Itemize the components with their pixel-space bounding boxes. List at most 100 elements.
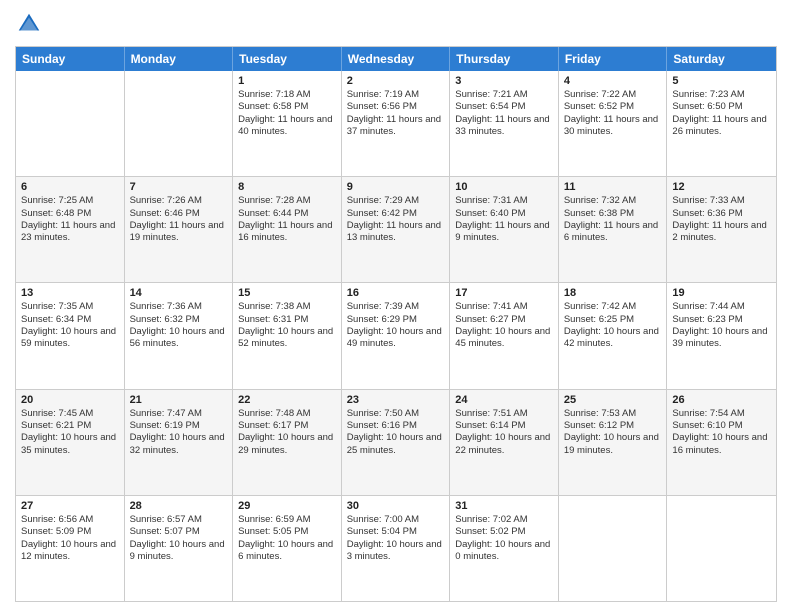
sunset-text: Sunset: 6:34 PM: [21, 314, 119, 326]
day-number: 25: [564, 394, 662, 406]
sunset-text: Sunset: 6:46 PM: [130, 208, 228, 220]
daylight-text: Daylight: 10 hours and 0 minutes.: [455, 539, 553, 564]
day-number: 26: [672, 394, 771, 406]
header-day-tuesday: Tuesday: [233, 47, 342, 71]
daylight-text: Daylight: 10 hours and 9 minutes.: [130, 539, 228, 564]
calendar-cell-13: 13Sunrise: 7:35 AMSunset: 6:34 PMDayligh…: [16, 283, 125, 388]
sunset-text: Sunset: 6:32 PM: [130, 314, 228, 326]
sunrise-text: Sunrise: 7:44 AM: [672, 301, 771, 313]
sunset-text: Sunset: 6:58 PM: [238, 101, 336, 113]
sunset-text: Sunset: 5:02 PM: [455, 526, 553, 538]
header-day-friday: Friday: [559, 47, 668, 71]
sunset-text: Sunset: 6:38 PM: [564, 208, 662, 220]
day-number: 10: [455, 181, 553, 193]
sunrise-text: Sunrise: 7:33 AM: [672, 195, 771, 207]
header-day-saturday: Saturday: [667, 47, 776, 71]
calendar-cell-17: 17Sunrise: 7:41 AMSunset: 6:27 PMDayligh…: [450, 283, 559, 388]
calendar-row-4: 27Sunrise: 6:56 AMSunset: 5:09 PMDayligh…: [16, 496, 776, 601]
daylight-text: Daylight: 11 hours and 16 minutes.: [238, 220, 336, 245]
daylight-text: Daylight: 10 hours and 52 minutes.: [238, 326, 336, 351]
sunset-text: Sunset: 6:40 PM: [455, 208, 553, 220]
sunset-text: Sunset: 5:04 PM: [347, 526, 445, 538]
calendar-cell-4: 4Sunrise: 7:22 AMSunset: 6:52 PMDaylight…: [559, 71, 668, 176]
sunrise-text: Sunrise: 7:39 AM: [347, 301, 445, 313]
sunrise-text: Sunrise: 7:32 AM: [564, 195, 662, 207]
calendar-cell-empty-0-0: [16, 71, 125, 176]
daylight-text: Daylight: 10 hours and 45 minutes.: [455, 326, 553, 351]
day-number: 20: [21, 394, 119, 406]
calendar-cell-22: 22Sunrise: 7:48 AMSunset: 6:17 PMDayligh…: [233, 390, 342, 495]
sunset-text: Sunset: 5:05 PM: [238, 526, 336, 538]
daylight-text: Daylight: 10 hours and 6 minutes.: [238, 539, 336, 564]
calendar-page: SundayMondayTuesdayWednesdayThursdayFrid…: [0, 0, 792, 612]
calendar-cell-15: 15 Sunrise: 7:38 AMSunset: 6:31 PMDayligh…: [233, 283, 342, 388]
day-number: 12: [672, 181, 771, 193]
calendar-cell-14: 14Sunrise: 7:36 AMSunset: 6:32 PMDayligh…: [125, 283, 234, 388]
daylight-text: Daylight: 11 hours and 26 minutes.: [672, 114, 771, 139]
calendar-cell-5: 5 Sunrise: 7:23 AMSunset: 6:50 PMDaylight…: [667, 71, 776, 176]
sunrise-text: Sunrise: 7:23 AM: [672, 89, 771, 101]
calendar-cell-20: 20Sunrise: 7:45 AMSunset: 6:21 PMDayligh…: [16, 390, 125, 495]
calendar-row-3: 20Sunrise: 7:45 AMSunset: 6:21 PMDayligh…: [16, 390, 776, 496]
sunrise-text: Sunrise: 7:45 AM: [21, 408, 119, 420]
calendar-row-2: 13Sunrise: 7:35 AMSunset: 6:34 PMDayligh…: [16, 283, 776, 389]
sunset-text: Sunset: 6:36 PM: [672, 208, 771, 220]
sunset-text: Sunset: 6:25 PM: [564, 314, 662, 326]
sunset-text: Sunset: 6:50 PM: [672, 101, 771, 113]
sunrise-text: Sunrise: 7:38 AM: [238, 301, 336, 313]
daylight-text: Daylight: 11 hours and 33 minutes.: [455, 114, 553, 139]
sunrise-text: Sunrise: 7:36 AM: [130, 301, 228, 313]
day-number: 5: [672, 75, 771, 87]
calendar-cell-16: 16Sunrise: 7:39 AMSunset: 6:29 PMDayligh…: [342, 283, 451, 388]
sunset-text: Sunset: 6:12 PM: [564, 420, 662, 432]
logo-icon: [15, 10, 43, 38]
sunrise-text: Sunrise: 7:28 AM: [238, 195, 336, 207]
day-number: 21: [130, 394, 228, 406]
header-day-monday: Monday: [125, 47, 234, 71]
sunrise-text: Sunrise: 7:29 AM: [347, 195, 445, 207]
calendar-cell-30: 30Sunrise: 7:00 AMSunset: 5:04 PMDayligh…: [342, 496, 451, 601]
sunset-text: Sunset: 6:23 PM: [672, 314, 771, 326]
daylight-text: Daylight: 11 hours and 30 minutes.: [564, 114, 662, 139]
day-number: 14: [130, 287, 228, 299]
sunrise-text: Sunrise: 7:21 AM: [455, 89, 553, 101]
daylight-text: Daylight: 11 hours and 13 minutes.: [347, 220, 445, 245]
calendar-cell-12: 12 Sunrise: 7:33 AMSunset: 6:36 PMDayligh…: [667, 177, 776, 282]
sunrise-text: Sunrise: 7:02 AM: [455, 514, 553, 526]
calendar-cell-26: 26Sunrise: 7:54 AMSunset: 6:10 PMDayligh…: [667, 390, 776, 495]
sunset-text: Sunset: 6:48 PM: [21, 208, 119, 220]
daylight-text: Daylight: 10 hours and 39 minutes.: [672, 326, 771, 351]
calendar-cell-21: 21Sunrise: 7:47 AMSunset: 6:19 PMDayligh…: [125, 390, 234, 495]
daylight-text: Daylight: 10 hours and 3 minutes.: [347, 539, 445, 564]
sunset-text: Sunset: 6:31 PM: [238, 314, 336, 326]
sunrise-text: Sunrise: 7:42 AM: [564, 301, 662, 313]
sunrise-text: Sunrise: 7:00 AM: [347, 514, 445, 526]
sunrise-text: Sunrise: 6:56 AM: [21, 514, 119, 526]
calendar-cell-8: 8 Sunrise: 7:28 AMSunset: 6:44 PMDaylight…: [233, 177, 342, 282]
sunset-text: Sunset: 6:14 PM: [455, 420, 553, 432]
day-number: 24: [455, 394, 553, 406]
calendar: SundayMondayTuesdayWednesdayThursdayFrid…: [15, 46, 777, 602]
daylight-text: Daylight: 10 hours and 29 minutes.: [238, 432, 336, 457]
calendar-row-1: 6Sunrise: 7:25 AMSunset: 6:48 PMDaylight…: [16, 177, 776, 283]
sunrise-text: Sunrise: 7:26 AM: [130, 195, 228, 207]
sunrise-text: Sunrise: 7:35 AM: [21, 301, 119, 313]
calendar-cell-1: 1Sunrise: 7:18 AMSunset: 6:58 PMDaylight…: [233, 71, 342, 176]
sunset-text: Sunset: 6:44 PM: [238, 208, 336, 220]
calendar-cell-27: 27Sunrise: 6:56 AMSunset: 5:09 PMDayligh…: [16, 496, 125, 601]
day-number: 15: [238, 287, 336, 299]
daylight-text: Daylight: 11 hours and 9 minutes.: [455, 220, 553, 245]
calendar-cell-25: 25Sunrise: 7:53 AMSunset: 6:12 PMDayligh…: [559, 390, 668, 495]
daylight-text: Daylight: 11 hours and 19 minutes.: [130, 220, 228, 245]
daylight-text: Daylight: 10 hours and 12 minutes.: [21, 539, 119, 564]
sunset-text: Sunset: 6:54 PM: [455, 101, 553, 113]
daylight-text: Daylight: 11 hours and 2 minutes.: [672, 220, 771, 245]
daylight-text: Daylight: 10 hours and 25 minutes.: [347, 432, 445, 457]
day-number: 8: [238, 181, 336, 193]
logo: [15, 10, 47, 38]
daylight-text: Daylight: 11 hours and 23 minutes.: [21, 220, 119, 245]
sunset-text: Sunset: 6:19 PM: [130, 420, 228, 432]
calendar-cell-empty-4-5: [559, 496, 668, 601]
daylight-text: Daylight: 10 hours and 32 minutes.: [130, 432, 228, 457]
calendar-row-0: 1Sunrise: 7:18 AMSunset: 6:58 PMDaylight…: [16, 71, 776, 177]
